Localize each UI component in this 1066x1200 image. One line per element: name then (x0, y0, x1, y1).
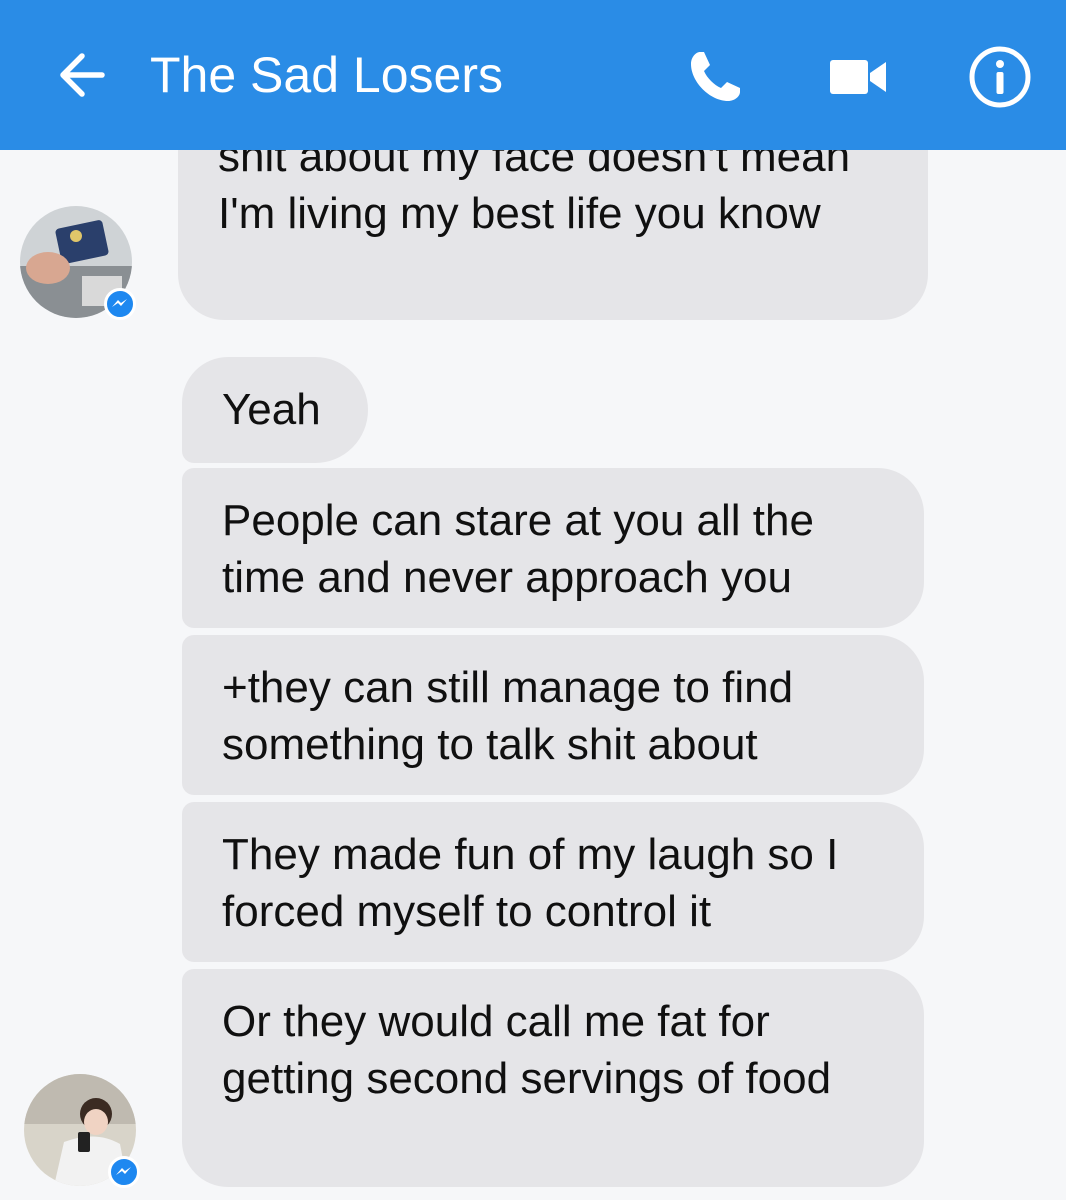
back-button[interactable] (52, 45, 112, 105)
message-bubble[interactable]: Or they would call me fat for getting se… (182, 969, 924, 1187)
chat-header: The Sad Losers (0, 0, 1066, 150)
call-button[interactable] (680, 42, 750, 112)
info-icon (969, 46, 1031, 108)
message-bubble[interactable]: shit about my face doesn't mean I'm livi… (178, 150, 928, 320)
message-bubble[interactable]: +they can still manage to find something… (182, 635, 924, 795)
message-thread[interactable]: shit about my face doesn't mean I'm livi… (0, 150, 1066, 1200)
phone-icon (691, 52, 740, 101)
avatar[interactable] (24, 1074, 140, 1190)
messenger-badge-icon (108, 1156, 140, 1188)
arrow-left-icon (60, 53, 105, 97)
avatar[interactable] (20, 206, 136, 322)
message-bubble[interactable]: People can stare at you all the time and… (182, 468, 924, 628)
video-call-button[interactable] (822, 42, 892, 112)
messenger-badge-icon (104, 288, 136, 320)
message-bubble[interactable]: They made fun of my laugh so I forced my… (182, 802, 924, 962)
message-bubble[interactable]: Yeah (182, 357, 368, 463)
info-button[interactable] (965, 42, 1035, 112)
conversation-title[interactable]: The Sad Losers (150, 42, 503, 108)
video-camera-icon (830, 60, 886, 94)
